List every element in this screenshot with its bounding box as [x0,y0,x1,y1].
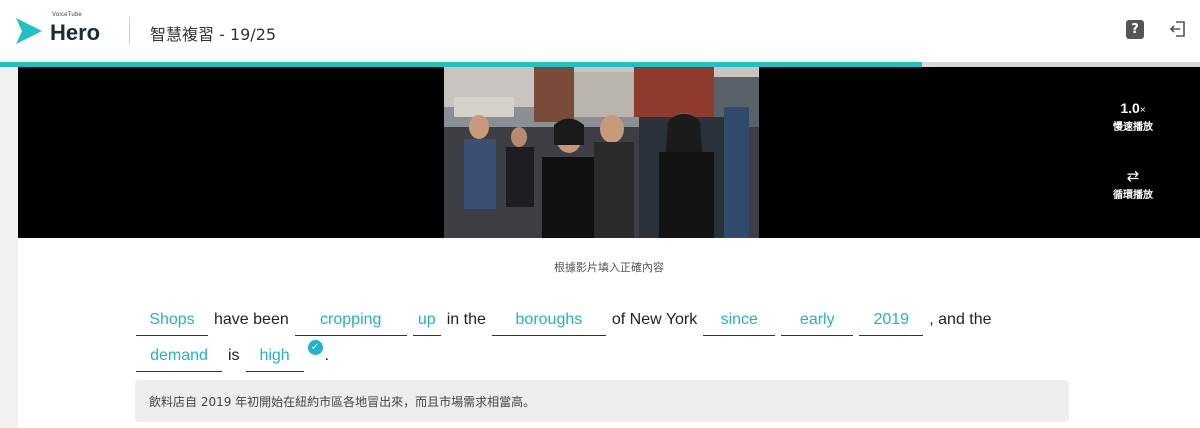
brand-small-text: VoiceTube [52,12,82,18]
video-player[interactable]: 1.0× 慢速播放 ⇄ 循環播放 [18,67,1200,238]
correct-check-icon: ✓ [307,340,323,355]
sentence-line-1: Shops have been cropping up in the boroughs of… [136,300,1036,336]
loop-label: 循環播放 [1113,190,1153,201]
exercise-panel: 1.0× 慢速播放 ⇄ 循環播放 根據影片填入正確內容 Shops have be… [18,67,1200,428]
answer-blank[interactable]: since [703,311,776,336]
answer-blank[interactable]: boroughs [491,311,606,336]
video-frame[interactable] [444,67,759,238]
header-divider [129,17,130,45]
instruction-text: 根據影片填入正確內容 [554,261,664,274]
voicetube-hero-logo[interactable]: VoiceTube Hero [14,12,124,50]
sentence-line-2: demand is high ✓. [136,336,1036,372]
speed-unit: × [1139,105,1146,116]
answer-blank[interactable]: demand [136,347,222,372]
brand-text: Hero [50,20,101,45]
sentence-word: of New York [611,311,698,328]
loop-icon: ⇄ [1126,167,1140,185]
page-title: 智慧複習 - 19/25 [150,25,277,44]
sentence-word: in the [446,311,486,328]
answer-blank[interactable]: early [781,311,854,336]
answer-blank[interactable]: high [245,347,304,372]
slow-speed-label: 慢速播放 [1113,122,1153,133]
fill-in-sentence: Shops have been cropping up in the boroughs of… [136,300,1036,372]
sentence-word: have been [214,311,289,328]
answer-blank[interactable]: Shops [136,311,208,336]
translation-box: 飲料店自 2019 年初開始在紐約市區各地冒出來，而且市場需求相當高。 [135,380,1069,422]
answer-blank[interactable]: up [412,311,441,336]
loop-button[interactable]: ⇄ 循環播放 [1098,168,1168,201]
answer-blank[interactable]: cropping [294,311,407,336]
sentence-period: . [324,347,330,364]
app-header: VoiceTube Hero 智慧複習 - 19/25 ? [0,0,1200,62]
play-logo-icon [16,18,42,44]
answer-blank[interactable]: 2019 [859,311,924,336]
speed-number: 1.0 [1120,100,1140,116]
slow-speed-button[interactable]: 1.0× 慢速播放 [1098,100,1168,133]
sentence-word: is [228,347,240,364]
question-mark-icon[interactable]: ? [1126,20,1144,39]
exit-icon[interactable] [1168,19,1188,39]
speed-value: 1.0× [1098,100,1168,116]
sentence-word: , and the [929,311,992,328]
